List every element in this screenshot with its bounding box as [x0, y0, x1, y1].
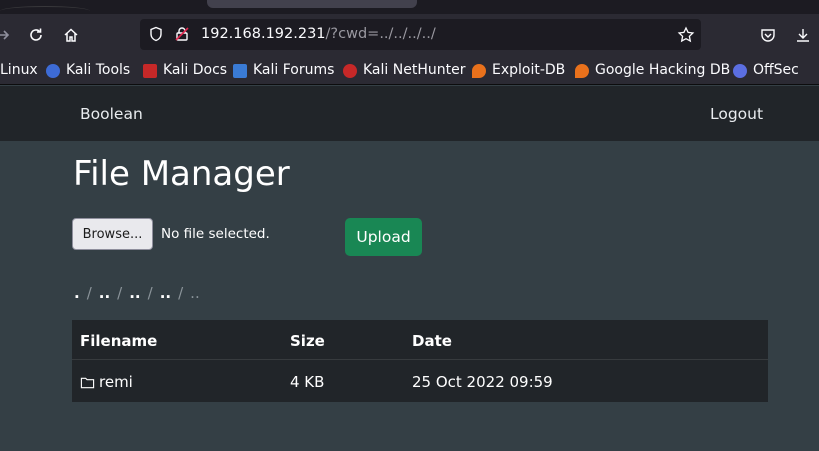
bookmark-exploit-db[interactable]: Exploit-DB	[472, 62, 565, 79]
folder-icon	[80, 377, 95, 388]
ghdb-icon	[575, 63, 589, 78]
forward-icon[interactable]	[0, 23, 16, 47]
downloads-icon[interactable]	[791, 23, 815, 47]
table-header: Filename Size Date	[72, 320, 768, 360]
address-bar[interactable]: 192.168.192.231/?cwd=../../../../	[140, 19, 701, 50]
home-icon[interactable]	[59, 23, 83, 47]
reload-icon[interactable]	[24, 23, 48, 47]
column-header-filename: Filename	[80, 332, 158, 350]
exploit-db-icon	[472, 63, 486, 78]
offsec-icon	[733, 63, 747, 78]
no-file-label: No file selected.	[161, 226, 270, 242]
bookmark-kali-tools[interactable]: Kali Tools	[46, 62, 130, 79]
browser-toolbar: 192.168.192.231/?cwd=../../../../	[0, 14, 819, 56]
pocket-icon[interactable]	[756, 23, 780, 47]
browse-button[interactable]: Browse...	[72, 218, 153, 250]
column-header-date: Date	[412, 332, 452, 350]
bookmark-label: Kali NetHunter	[363, 62, 466, 78]
bookmark-ghdb[interactable]: Google Hacking DB	[575, 62, 730, 79]
url-host: 192.168.192.231	[201, 26, 326, 42]
breadcrumb-separator: /	[86, 284, 92, 302]
bookmark-star-icon[interactable]	[677, 26, 695, 44]
bookmark-label: OffSec	[753, 62, 799, 78]
bookmark-kali-nethunter[interactable]: Kali NetHunter	[343, 62, 465, 79]
size-cell: 4 KB	[290, 373, 325, 391]
breadcrumb-item[interactable]: ..	[129, 284, 140, 302]
breadcrumb-separator: /	[117, 284, 123, 302]
bookmark-offsec[interactable]: OffSec	[733, 62, 799, 79]
file-table: Filename Size Date remi 4 KB 25 Oct 2022…	[72, 320, 768, 402]
bookmark-kali-forums[interactable]: Kali Forums	[233, 62, 334, 79]
kali-forums-icon	[233, 63, 247, 78]
column-header-size: Size	[290, 332, 325, 350]
app-navbar: Boolean Logout	[0, 86, 819, 141]
bookmark-label: Exploit-DB	[492, 62, 566, 78]
active-tab[interactable]	[207, 0, 417, 8]
breadcrumb-separator: /	[178, 284, 184, 302]
filename-link[interactable]: remi	[99, 373, 133, 391]
breadcrumb-item[interactable]: .	[74, 284, 80, 302]
table-row: remi 4 KB 25 Oct 2022 09:59	[72, 361, 768, 402]
url-path: /?cwd=../../../../	[325, 26, 436, 42]
breadcrumb-item[interactable]: ..	[99, 284, 110, 302]
bookmark-label: Google Hacking DB	[595, 62, 731, 78]
brand-link[interactable]: Boolean	[80, 105, 143, 123]
bookmarks-toolbar: Linux Kali Tools Kali Docs Kali Forums K…	[0, 56, 819, 85]
bookmark-label: Linux	[0, 62, 38, 78]
breadcrumb-separator: /	[147, 284, 153, 302]
bookmark-kali-docs[interactable]: Kali Docs	[143, 62, 227, 79]
upload-button[interactable]: Upload	[345, 218, 422, 256]
url-text: 192.168.192.231/?cwd=../../../../	[201, 25, 436, 43]
breadcrumb-item[interactable]: ..	[160, 284, 171, 302]
bookmark-linux[interactable]: Linux	[0, 62, 38, 79]
shield-icon[interactable]	[148, 26, 164, 42]
bookmark-label: Kali Tools	[66, 62, 131, 78]
breadcrumb-current: ..	[190, 284, 200, 302]
date-cell: 25 Oct 2022 09:59	[412, 373, 553, 391]
kali-nethunter-icon	[343, 63, 357, 78]
insecure-lock-icon[interactable]	[174, 26, 190, 42]
tab-strip	[0, 0, 819, 14]
bookmark-label: Kali Forums	[253, 62, 335, 78]
breadcrumb: . /.. /.. /.. /..	[74, 284, 200, 302]
kali-docs-icon	[143, 63, 157, 78]
bookmark-label: Kali Docs	[163, 62, 228, 78]
logout-link[interactable]: Logout	[710, 105, 763, 123]
filename-cell[interactable]: remi	[80, 373, 133, 391]
page-title: File Manager	[73, 154, 290, 194]
kali-tools-icon	[46, 63, 60, 78]
